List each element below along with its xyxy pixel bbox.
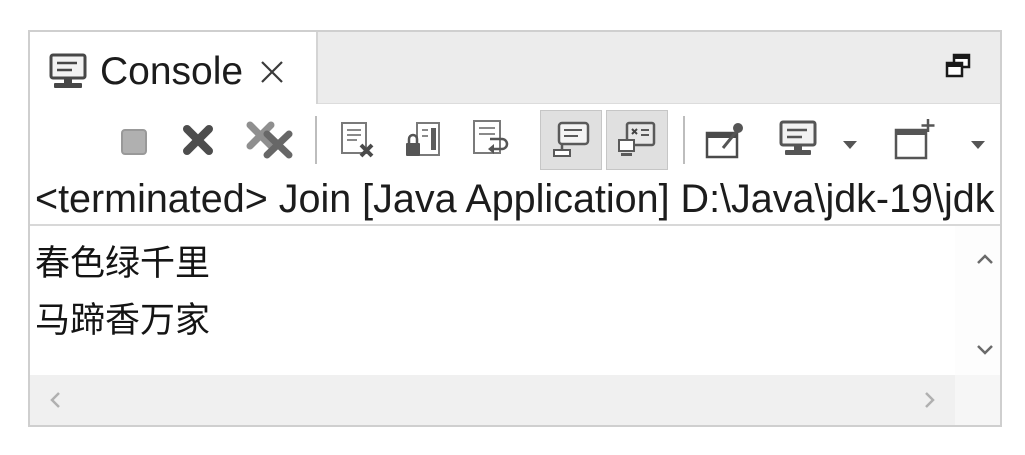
- dropdown-arrow-icon: [971, 141, 985, 149]
- process-description: <terminated> Join [Java Application] D:\…: [35, 177, 995, 221]
- chevron-right-icon: [925, 392, 935, 408]
- tab-label: Console: [100, 50, 244, 93]
- console-lines: 春色绿千里 马蹄香万家: [35, 236, 210, 350]
- view-tab-bar: Console: [30, 32, 1000, 104]
- word-wrap-icon: [473, 120, 509, 154]
- clear-console-icon: [341, 122, 374, 158]
- console-line: 马蹄香万家: [35, 301, 211, 341]
- remove-launch-icon: [183, 125, 213, 155]
- scroll-up-button[interactable]: [975, 252, 995, 266]
- clear-console-button[interactable]: [338, 120, 376, 160]
- console-icon: [49, 53, 87, 88]
- toolbar-separator: [683, 116, 685, 164]
- chevron-left-icon: [50, 392, 60, 408]
- display-selected-console-button[interactable]: [778, 118, 818, 160]
- display-console-menu-button[interactable]: [841, 140, 859, 150]
- console-view: Console <terminated> Join [Java Applicat…: [28, 30, 1002, 427]
- console-toolbar: [30, 104, 1000, 175]
- chevron-up-icon: [977, 254, 993, 264]
- terminate-icon: [121, 129, 147, 155]
- terminate-button[interactable]: [120, 128, 148, 156]
- scroll-right-button[interactable]: [922, 390, 938, 410]
- dropdown-arrow-icon: [843, 141, 857, 149]
- scroll-down-button[interactable]: [975, 343, 995, 357]
- scroll-lock-icon: [406, 122, 440, 156]
- pin-console-button[interactable]: [703, 118, 747, 162]
- show-on-stdout-icon: [553, 121, 590, 157]
- scroll-left-button[interactable]: [47, 390, 63, 410]
- restore-icon: [945, 53, 971, 78]
- show-on-stdout-button[interactable]: [540, 110, 602, 170]
- horizontal-scrollbar[interactable]: [30, 375, 955, 425]
- show-on-stderr-button[interactable]: [606, 110, 668, 170]
- remove-launch-button[interactable]: [180, 122, 216, 158]
- remove-all-terminated-icon: [246, 121, 293, 159]
- scroll-lock-button[interactable]: [403, 120, 443, 160]
- vertical-scrollbar[interactable]: [955, 226, 1000, 375]
- word-wrap-button[interactable]: [470, 118, 512, 160]
- restore-button[interactable]: [944, 52, 972, 80]
- close-icon: [261, 61, 283, 83]
- toolbar-separator: [315, 116, 317, 164]
- scrollbar-corner: [955, 375, 1000, 425]
- display-selected-console-icon: [779, 120, 817, 155]
- open-console-icon: [894, 119, 935, 160]
- open-console-menu-button[interactable]: [969, 140, 987, 150]
- console-tab[interactable]: Console: [30, 32, 318, 104]
- pin-console-icon: [705, 123, 743, 159]
- open-console-button[interactable]: [893, 116, 937, 162]
- show-on-stderr-icon: [618, 121, 656, 156]
- close-tab-button[interactable]: [256, 56, 288, 88]
- console-line: 春色绿千里: [35, 244, 211, 284]
- chevron-down-icon: [977, 345, 993, 355]
- remove-all-terminated-button[interactable]: [243, 119, 297, 161]
- tab-bar-background: [318, 32, 1000, 104]
- console-output[interactable]: 春色绿千里 马蹄香万家: [30, 226, 955, 375]
